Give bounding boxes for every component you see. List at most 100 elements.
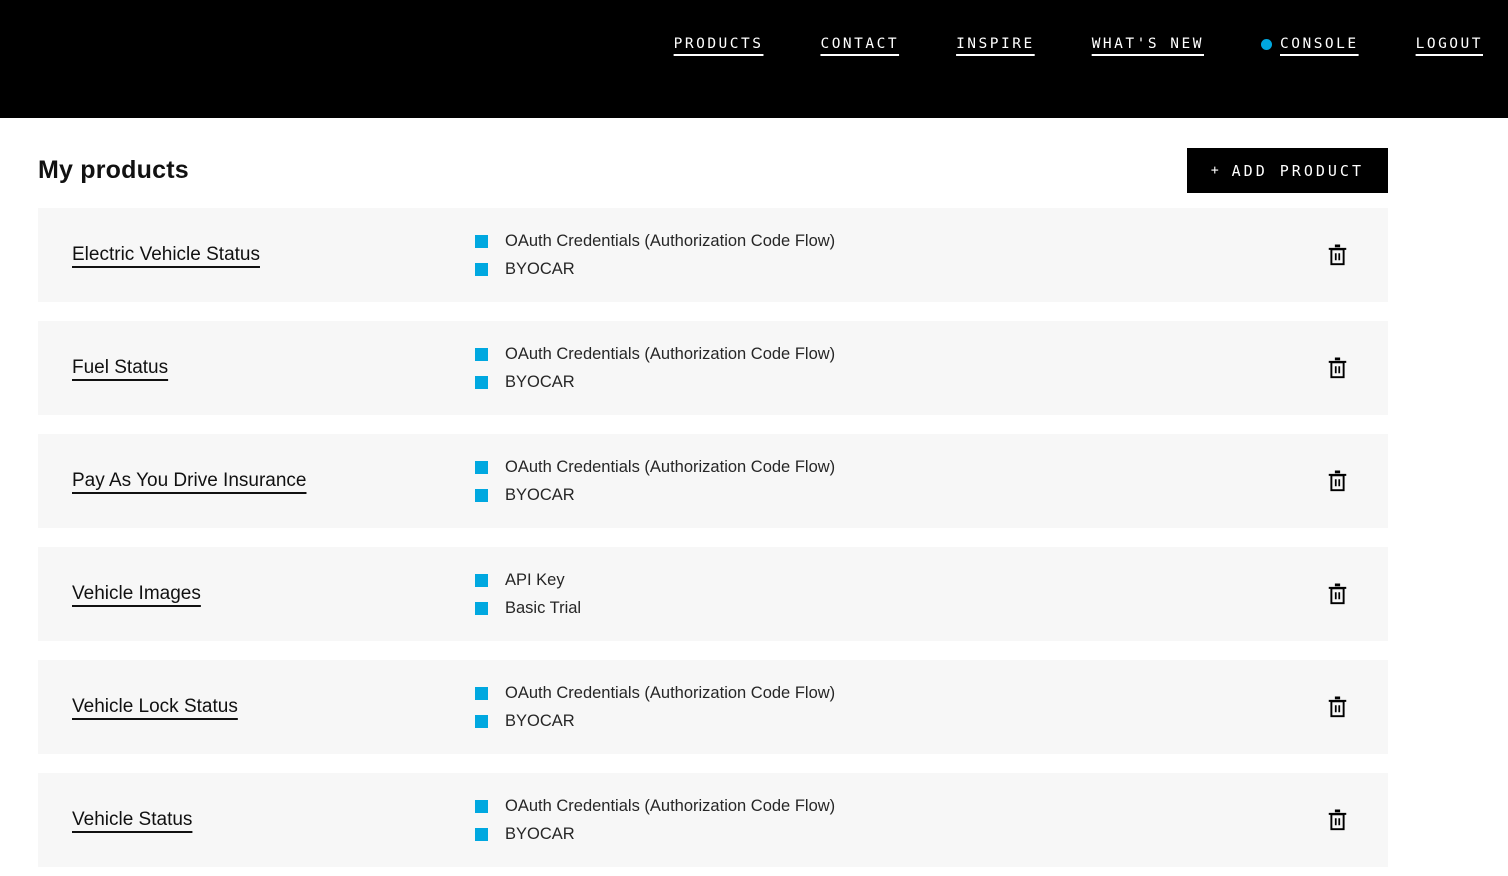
nav-item-contact[interactable]: CONTACT (820, 36, 899, 52)
square-bullet-icon (475, 828, 488, 841)
delete-product-button[interactable] (1323, 804, 1352, 836)
trash-icon (1327, 695, 1348, 719)
trash-icon (1327, 356, 1348, 380)
credentials-cell: OAuth Credentials (Authorization Code Fl… (475, 232, 1323, 279)
nav-item-whats-new[interactable]: WHAT'S NEW (1092, 36, 1204, 52)
credential-label: OAuth Credentials (Authorization Code Fl… (505, 797, 835, 816)
delete-cell (1323, 578, 1388, 610)
table-row: Fuel Status OAuth Credentials (Authoriza… (38, 321, 1388, 415)
credential-label: BYOCAR (505, 712, 575, 731)
main-content: My products + ADD PRODUCT Electric Vehic… (0, 148, 1508, 867)
delete-cell (1323, 804, 1388, 836)
square-bullet-icon (475, 574, 488, 587)
delete-product-button[interactable] (1323, 578, 1352, 610)
add-product-button[interactable]: + ADD PRODUCT (1187, 148, 1388, 193)
trash-icon (1327, 808, 1348, 832)
nav-item-label: CONSOLE (1280, 36, 1359, 52)
table-row: Electric Vehicle Status OAuth Credential… (38, 208, 1388, 302)
square-bullet-icon (475, 687, 488, 700)
trash-icon (1327, 469, 1348, 493)
square-bullet-icon (475, 235, 488, 248)
credential-line: Basic Trial (475, 599, 1323, 618)
credential-line: BYOCAR (475, 712, 1323, 731)
delete-cell (1323, 352, 1388, 384)
credentials-cell: OAuth Credentials (Authorization Code Fl… (475, 345, 1323, 392)
product-name-cell: Vehicle Status (38, 809, 475, 831)
nav-item-label: INSPIRE (956, 36, 1035, 52)
credential-label: BYOCAR (505, 260, 575, 279)
active-dot-icon (1261, 39, 1272, 50)
delete-cell (1323, 239, 1388, 271)
credential-line: BYOCAR (475, 825, 1323, 844)
square-bullet-icon (475, 715, 488, 728)
credential-label: OAuth Credentials (Authorization Code Fl… (505, 232, 835, 251)
table-row: Pay As You Drive Insurance OAuth Credent… (38, 434, 1388, 528)
delete-product-button[interactable] (1323, 352, 1352, 384)
credential-label: OAuth Credentials (Authorization Code Fl… (505, 345, 835, 364)
credential-line: OAuth Credentials (Authorization Code Fl… (475, 797, 1323, 816)
delete-product-button[interactable] (1323, 239, 1352, 271)
credentials-cell: OAuth Credentials (Authorization Code Fl… (475, 458, 1323, 505)
square-bullet-icon (475, 800, 488, 813)
credentials-cell: OAuth Credentials (Authorization Code Fl… (475, 684, 1323, 731)
credential-label: BYOCAR (505, 825, 575, 844)
main-nav: PRODUCTS CONTACT INSPIRE WHAT'S NEW CONS… (674, 0, 1508, 52)
nav-item-label: WHAT'S NEW (1092, 36, 1204, 52)
square-bullet-icon (475, 489, 488, 502)
table-row: Vehicle Lock Status OAuth Credentials (A… (38, 660, 1388, 754)
credential-line: OAuth Credentials (Authorization Code Fl… (475, 345, 1323, 364)
top-header: PRODUCTS CONTACT INSPIRE WHAT'S NEW CONS… (0, 0, 1508, 118)
product-list: Electric Vehicle Status OAuth Credential… (38, 208, 1388, 867)
table-row: Vehicle Images API Key Basic Trial (38, 547, 1388, 641)
title-row: My products + ADD PRODUCT (38, 148, 1388, 193)
credential-label: OAuth Credentials (Authorization Code Fl… (505, 684, 835, 703)
credential-line: BYOCAR (475, 373, 1323, 392)
product-link[interactable]: Electric Vehicle Status (72, 244, 260, 265)
product-name-cell: Vehicle Images (38, 583, 475, 605)
credential-label: Basic Trial (505, 599, 581, 618)
credential-label: BYOCAR (505, 486, 575, 505)
product-link[interactable]: Vehicle Lock Status (72, 696, 238, 717)
nav-item-label: PRODUCTS (674, 36, 764, 52)
credential-line: BYOCAR (475, 260, 1323, 279)
product-link[interactable]: Fuel Status (72, 357, 168, 378)
delete-product-button[interactable] (1323, 465, 1352, 497)
credential-label: API Key (505, 571, 565, 590)
product-link[interactable]: Pay As You Drive Insurance (72, 470, 306, 491)
credentials-cell: API Key Basic Trial (475, 571, 1323, 618)
nav-item-label: CONTACT (820, 36, 899, 52)
square-bullet-icon (475, 376, 488, 389)
credential-line: API Key (475, 571, 1323, 590)
product-name-cell: Pay As You Drive Insurance (38, 470, 475, 492)
credential-line: OAuth Credentials (Authorization Code Fl… (475, 232, 1323, 251)
nav-item-console[interactable]: CONSOLE (1261, 36, 1359, 52)
product-name-cell: Electric Vehicle Status (38, 244, 475, 266)
credential-line: OAuth Credentials (Authorization Code Fl… (475, 684, 1323, 703)
delete-product-button[interactable] (1323, 691, 1352, 723)
credential-label: BYOCAR (505, 373, 575, 392)
table-row: Vehicle Status OAuth Credentials (Author… (38, 773, 1388, 867)
page-title: My products (38, 156, 189, 185)
trash-icon (1327, 243, 1348, 267)
trash-icon (1327, 582, 1348, 606)
delete-cell (1323, 465, 1388, 497)
square-bullet-icon (475, 348, 488, 361)
square-bullet-icon (475, 263, 488, 276)
product-name-cell: Vehicle Lock Status (38, 696, 475, 718)
credentials-cell: OAuth Credentials (Authorization Code Fl… (475, 797, 1323, 844)
nav-item-label: LOGOUT (1416, 36, 1483, 52)
delete-cell (1323, 691, 1388, 723)
square-bullet-icon (475, 602, 488, 615)
add-product-label: ADD PRODUCT (1232, 162, 1364, 180)
credential-line: BYOCAR (475, 486, 1323, 505)
product-link[interactable]: Vehicle Images (72, 583, 201, 604)
product-name-cell: Fuel Status (38, 357, 475, 379)
nav-item-inspire[interactable]: INSPIRE (956, 36, 1035, 52)
nav-item-products[interactable]: PRODUCTS (674, 36, 764, 52)
product-link[interactable]: Vehicle Status (72, 809, 192, 830)
plus-icon: + (1211, 163, 1222, 178)
square-bullet-icon (475, 461, 488, 474)
nav-item-logout[interactable]: LOGOUT (1416, 36, 1483, 52)
credential-label: OAuth Credentials (Authorization Code Fl… (505, 458, 835, 477)
credential-line: OAuth Credentials (Authorization Code Fl… (475, 458, 1323, 477)
